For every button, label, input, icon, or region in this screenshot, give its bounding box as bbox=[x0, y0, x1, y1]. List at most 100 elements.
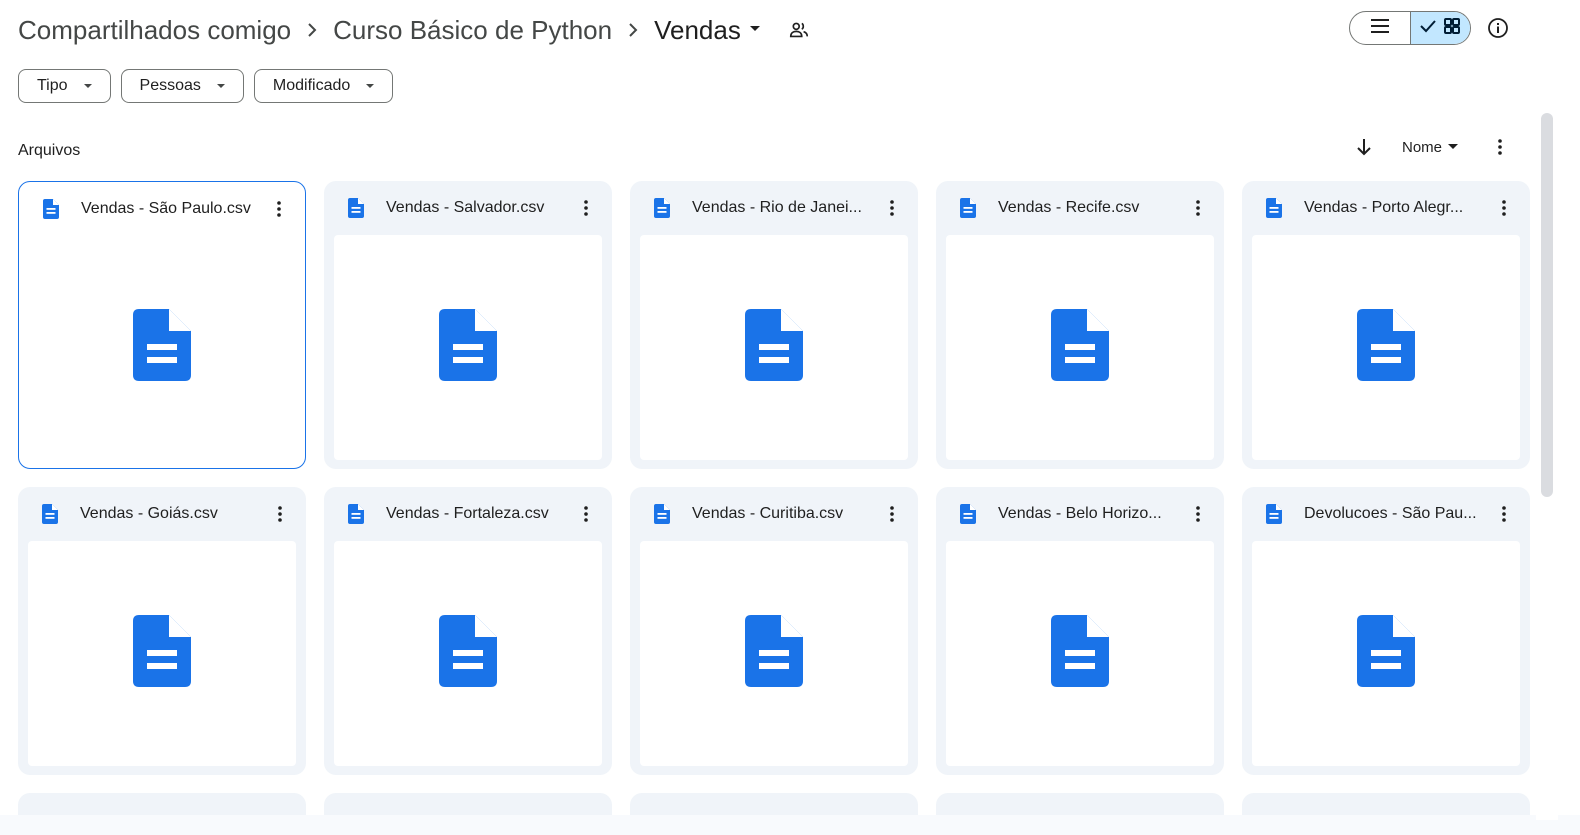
arrow-drop-down-icon bbox=[1446, 139, 1460, 156]
grid-view-icon bbox=[1444, 17, 1461, 39]
document-icon bbox=[1264, 198, 1284, 218]
scrollbar-thumb[interactable] bbox=[1541, 113, 1553, 497]
file-thumbnail[interactable] bbox=[28, 235, 296, 460]
more-vert-icon[interactable] bbox=[880, 194, 904, 222]
file-name: Vendas - Rio de Janei... bbox=[692, 199, 862, 216]
arrow-down-icon[interactable] bbox=[1350, 133, 1378, 161]
section-title: Arquivos bbox=[18, 142, 81, 159]
file-name: Vendas - Belo Horizo... bbox=[998, 505, 1162, 522]
filter-modified-chip[interactable]: Modificado bbox=[253, 69, 394, 103]
document-icon bbox=[958, 198, 978, 218]
breadcrumb-course-folder[interactable]: Curso Básico de Python bbox=[333, 15, 612, 46]
file-card-header: Devolucoes - São Pau... bbox=[1242, 487, 1530, 541]
file-thumbnail[interactable] bbox=[640, 541, 908, 766]
document-icon bbox=[1051, 309, 1109, 386]
chevron-right-icon bbox=[612, 23, 654, 37]
file-thumbnail[interactable] bbox=[640, 235, 908, 460]
bottom-edge bbox=[0, 815, 1580, 835]
file-thumbnail[interactable] bbox=[334, 541, 602, 766]
more-vert-icon[interactable] bbox=[1490, 133, 1510, 161]
file-card[interactable]: Vendas - Rio de Janei... bbox=[630, 181, 918, 469]
document-icon bbox=[133, 309, 191, 386]
people-icon[interactable] bbox=[785, 16, 813, 44]
document-icon bbox=[1357, 309, 1415, 386]
document-icon bbox=[346, 504, 366, 524]
document-icon bbox=[652, 504, 672, 524]
current-folder-button[interactable]: Vendas bbox=[654, 15, 765, 46]
file-thumbnail[interactable] bbox=[334, 235, 602, 460]
file-card[interactable]: Vendas - Recife.csv bbox=[936, 181, 1224, 469]
current-folder-title: Vendas bbox=[654, 14, 741, 45]
document-icon bbox=[1051, 615, 1109, 692]
sort-field-button[interactable]: Nome bbox=[1402, 139, 1460, 156]
more-vert-icon[interactable] bbox=[1186, 500, 1210, 528]
file-grid: Vendas - São Paulo.csv Vendas - Salvador.… bbox=[18, 181, 1530, 775]
more-vert-icon[interactable] bbox=[574, 194, 598, 222]
arrow-drop-down-icon bbox=[82, 77, 94, 95]
document-icon bbox=[439, 615, 497, 692]
filter-type-chip[interactable]: Tipo bbox=[18, 69, 111, 103]
file-name: Vendas - Salvador.csv bbox=[386, 199, 545, 216]
file-card-header: Vendas - Belo Horizo... bbox=[936, 487, 1224, 541]
file-name: Vendas - Curitiba.csv bbox=[692, 505, 844, 522]
file-thumbnail[interactable] bbox=[946, 235, 1214, 460]
file-card[interactable]: Vendas - Porto Alegr... bbox=[1242, 181, 1530, 469]
breadcrumb: Compartilhados comigo Curso Básico de Py… bbox=[18, 0, 1580, 60]
document-icon bbox=[745, 309, 803, 386]
breadcrumb-shared-with-me[interactable]: Compartilhados comigo bbox=[18, 15, 291, 46]
file-card[interactable]: Vendas - São Paulo.csv bbox=[18, 181, 306, 469]
more-vert-icon[interactable] bbox=[880, 500, 904, 528]
document-icon bbox=[41, 199, 61, 219]
more-vert-icon[interactable] bbox=[1492, 500, 1516, 528]
sort-controls: Nome bbox=[1350, 133, 1510, 161]
document-icon bbox=[346, 198, 366, 218]
file-card-header: Vendas - Goiás.csv bbox=[18, 487, 306, 541]
file-name: Vendas - Porto Alegr... bbox=[1304, 199, 1464, 216]
file-card-header: Vendas - Recife.csv bbox=[936, 181, 1224, 235]
file-thumbnail[interactable] bbox=[28, 541, 296, 766]
chevron-right-icon bbox=[291, 23, 333, 37]
file-card-header: Vendas - Salvador.csv bbox=[324, 181, 612, 235]
file-card-header: Vendas - Rio de Janei... bbox=[630, 181, 918, 235]
view-toggle bbox=[1349, 11, 1471, 45]
more-vert-icon[interactable] bbox=[267, 195, 291, 223]
filter-label: Modificado bbox=[272, 77, 351, 94]
arrow-drop-down-icon bbox=[215, 77, 227, 95]
arrow-drop-down-icon bbox=[745, 18, 765, 43]
file-card[interactable]: Devolucoes - São Pau... bbox=[1242, 487, 1530, 775]
file-card-header: Vendas - Fortaleza.csv bbox=[324, 487, 612, 541]
filter-bar: Tipo Pessoas Modificado bbox=[18, 69, 394, 103]
file-card[interactable]: Vendas - Salvador.csv bbox=[324, 181, 612, 469]
file-card-header: Vendas - Curitiba.csv bbox=[630, 487, 918, 541]
file-card[interactable]: Vendas - Belo Horizo... bbox=[936, 487, 1224, 775]
file-card[interactable]: Vendas - Goiás.csv bbox=[18, 487, 306, 775]
file-thumbnail[interactable] bbox=[1252, 235, 1520, 460]
document-icon bbox=[133, 615, 191, 692]
more-vert-icon[interactable] bbox=[268, 500, 292, 528]
filter-label: Pessoas bbox=[139, 77, 201, 94]
document-icon bbox=[1264, 504, 1284, 524]
checkmark-icon bbox=[1420, 19, 1436, 38]
more-vert-icon[interactable] bbox=[574, 500, 598, 528]
document-icon bbox=[439, 309, 497, 386]
file-name: Vendas - Fortaleza.csv bbox=[386, 505, 549, 522]
document-icon bbox=[958, 504, 978, 524]
sort-field-label: Nome bbox=[1402, 138, 1443, 156]
file-card-header: Vendas - São Paulo.csv bbox=[19, 182, 305, 236]
file-name: Vendas - Recife.csv bbox=[998, 199, 1140, 216]
file-thumbnail[interactable] bbox=[946, 541, 1214, 766]
arrow-drop-down-icon bbox=[364, 77, 376, 95]
filter-people-chip[interactable]: Pessoas bbox=[120, 69, 244, 103]
file-thumbnail[interactable] bbox=[1252, 541, 1520, 766]
more-vert-icon[interactable] bbox=[1492, 194, 1516, 222]
file-card-header: Vendas - Porto Alegr... bbox=[1242, 181, 1530, 235]
info-icon[interactable] bbox=[1484, 14, 1512, 42]
filter-label: Tipo bbox=[37, 77, 68, 94]
more-vert-icon[interactable] bbox=[1186, 194, 1210, 222]
file-card[interactable]: Vendas - Curitiba.csv bbox=[630, 487, 918, 775]
document-icon bbox=[40, 504, 60, 524]
list-view-button[interactable] bbox=[1350, 12, 1410, 44]
grid-view-button[interactable] bbox=[1409, 12, 1470, 44]
file-card[interactable]: Vendas - Fortaleza.csv bbox=[324, 487, 612, 775]
file-name: Vendas - Goiás.csv bbox=[80, 505, 218, 522]
